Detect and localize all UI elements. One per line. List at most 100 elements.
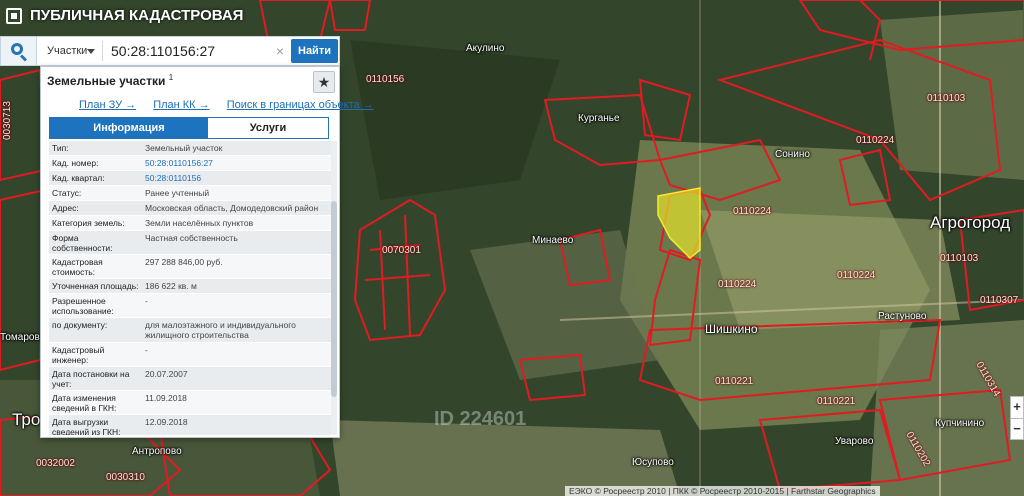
app-logo-icon xyxy=(6,8,22,24)
panel-title: Земельные участки 1 xyxy=(47,73,173,88)
attribute-row: Кадастровый инженер: - xyxy=(49,343,331,367)
place-label-kurganye: Курганье xyxy=(578,113,620,124)
attribute-row: Дата постановки на учет: 20.07.2007 xyxy=(49,367,331,391)
cadastral-label: 0032002 xyxy=(36,458,75,469)
attribute-value: 12.09.2018 xyxy=(145,417,188,427)
plan-zu-link[interactable]: План ЗУ → xyxy=(79,99,136,111)
plan-kk-link[interactable]: План КК → xyxy=(153,99,209,111)
attribute-key: Дата постановки на учет: xyxy=(52,369,130,389)
panel-title-count: 1 xyxy=(168,73,174,82)
favorite-star-icon[interactable]: ★ xyxy=(313,71,335,93)
attribute-row: Кад. номер: 50:28:0110156:27 xyxy=(49,156,331,171)
cadastral-label: 0110224 xyxy=(733,206,772,217)
attribute-row: Кад. квартал: 50:28:0110156 xyxy=(49,171,331,186)
attribute-value: - xyxy=(145,345,148,355)
attribute-value: 297 288 846,00 руб. xyxy=(145,257,223,267)
attribute-row: Статус: Ранее учтенный xyxy=(49,186,331,201)
cadastral-label: 0110224 xyxy=(718,279,757,290)
attribute-row: Форма собственности: Частная собственност… xyxy=(49,231,331,255)
attribute-value: Частная собственность xyxy=(145,233,238,243)
zoom-in-button[interactable]: + xyxy=(1010,396,1024,418)
cadastral-label: 0070301 xyxy=(382,245,421,256)
attribute-value: Московская область, Домодедовский район xyxy=(145,203,319,213)
cadastral-label: 0110221 xyxy=(817,396,856,407)
attribute-key: Кадастровая стоимость: xyxy=(52,257,103,277)
attribute-key: Адрес: xyxy=(52,203,79,213)
attribute-key: Дата выгрузки сведений из ГКН: xyxy=(52,417,121,435)
place-label-uvarovo: Уварово xyxy=(835,436,874,447)
attribute-value: для малоэтажного и индивидуального жилищ… xyxy=(145,320,296,340)
place-label-agrogorod: Агрогород xyxy=(930,213,1011,232)
attribute-key: по документу: xyxy=(52,320,108,330)
attribute-value: 20.07.2007 xyxy=(145,369,188,379)
search-icon[interactable] xyxy=(1,37,37,65)
scrollbar-thumb[interactable] xyxy=(331,201,337,397)
attribute-row: Адрес: Московская область, Домодедовский … xyxy=(49,201,331,216)
attribute-key: Дата изменения сведений в ГКН: xyxy=(52,393,117,413)
cadastral-label: 0110221 xyxy=(715,376,754,387)
attribute-value: Земли населённых пунктов xyxy=(145,218,254,228)
attribute-row: Категория земель: Земли населённых пункто… xyxy=(49,216,331,231)
attribute-value: 11.09.2018 xyxy=(145,393,187,403)
place-label-kupchinino: Купчинино xyxy=(935,418,985,429)
attribute-key: Тип: xyxy=(52,143,69,153)
attribute-value: Ранее учтенный xyxy=(145,188,210,198)
attribute-value: - xyxy=(145,296,148,306)
place-label-rastunovo: Растуново xyxy=(878,311,927,322)
object-type-value: Участки xyxy=(47,45,88,57)
clear-search-icon[interactable]: × xyxy=(273,41,287,61)
attribute-row: Разрешенное использование: - xyxy=(49,294,331,318)
tab-services[interactable]: Услуги xyxy=(208,118,328,138)
attribute-key: Кад. квартал: xyxy=(52,173,105,183)
panel-title-text: Земельные участки xyxy=(47,74,166,88)
attribute-row: Дата выгрузки сведений из ГКН: 12.09.2018 xyxy=(49,415,331,435)
cadastral-label: 0110156 xyxy=(366,74,405,85)
attribute-key: Кад. номер: xyxy=(52,158,99,168)
tab-information[interactable]: Информация xyxy=(50,118,208,138)
attribute-value[interactable]: 50:28:0110156:27 xyxy=(145,156,331,170)
app-title[interactable]: ПУБЛИЧНАЯ КАДАСТРОВАЯ КАРТА xyxy=(0,0,270,56)
zoom-out-button[interactable]: − xyxy=(1010,418,1024,440)
attribute-row: Тип: Земельный участок xyxy=(49,141,331,156)
object-type-select[interactable]: Участки xyxy=(41,41,103,61)
cadastral-label: 0110224 xyxy=(856,135,895,146)
search-in-bounds-link[interactable]: Поиск в границах объекта → xyxy=(227,99,374,111)
search-bar: Участки × Найти xyxy=(0,36,340,66)
attribute-row: по документу: для малоэтажного и индивиду… xyxy=(49,318,331,343)
search-input[interactable] xyxy=(105,40,275,62)
attribute-key: Разрешенное использование: xyxy=(52,296,114,316)
place-label-shishkino: Шишкино xyxy=(705,322,758,336)
attribute-value: 186 622 кв. м xyxy=(145,281,197,291)
panel-tabs: Информация Услуги xyxy=(49,117,329,139)
place-label-yusupovo: Юсупово xyxy=(632,457,674,468)
map-watermark: ID 224601 xyxy=(434,408,527,430)
cadastral-label: 0110103 xyxy=(927,93,966,104)
attribute-row: Дата изменения сведений в ГКН: 11.09.2018 xyxy=(49,391,331,415)
attribute-key: Уточненная площадь: xyxy=(52,281,139,291)
place-label-antropovo: Антропово xyxy=(132,446,182,457)
cadastral-label: 0030713 xyxy=(2,101,13,140)
info-panel: Земельные участки 1 ★ План ЗУ → План КК … xyxy=(40,66,374,438)
attribute-value[interactable]: 50:28:0110156 xyxy=(145,171,331,185)
place-label-minaevo: Минаево xyxy=(532,235,574,246)
chevron-down-icon xyxy=(87,49,95,54)
map-attribution: ЕЭКО © Росреестр 2010 | ПКК © Росреестр … xyxy=(565,486,880,496)
attribute-key: Категория земель: xyxy=(52,218,125,228)
attribute-row: Уточненная площадь: 186 622 кв. м xyxy=(49,279,331,294)
place-label-tro: Тро xyxy=(12,410,41,429)
attributes-table: Тип: Земельный участок Кад. номер: 50:28:01… xyxy=(49,141,331,435)
cadastral-label: 0030310 xyxy=(106,472,145,483)
panel-scrollbar[interactable] xyxy=(331,141,337,435)
attribute-value: Земельный участок xyxy=(145,143,223,153)
attribute-row: Кадастровая стоимость: 297 288 846,00 руб… xyxy=(49,255,331,279)
cadastral-label: 0110224 xyxy=(837,270,876,281)
panel-links: План ЗУ → План КК → Поиск в границах объ… xyxy=(79,99,388,113)
cadastral-label: 0110103 xyxy=(940,253,979,264)
attribute-key: Статус: xyxy=(52,188,82,198)
attribute-key: Кадастровый инженер: xyxy=(52,345,105,365)
zoom-controls: + − xyxy=(1010,396,1024,440)
cadastral-label: 0110307 xyxy=(980,295,1019,306)
find-button[interactable]: Найти xyxy=(291,39,338,63)
place-label-sonino: Сонино xyxy=(775,149,810,160)
place-label-akulino: Акулино xyxy=(466,43,505,54)
